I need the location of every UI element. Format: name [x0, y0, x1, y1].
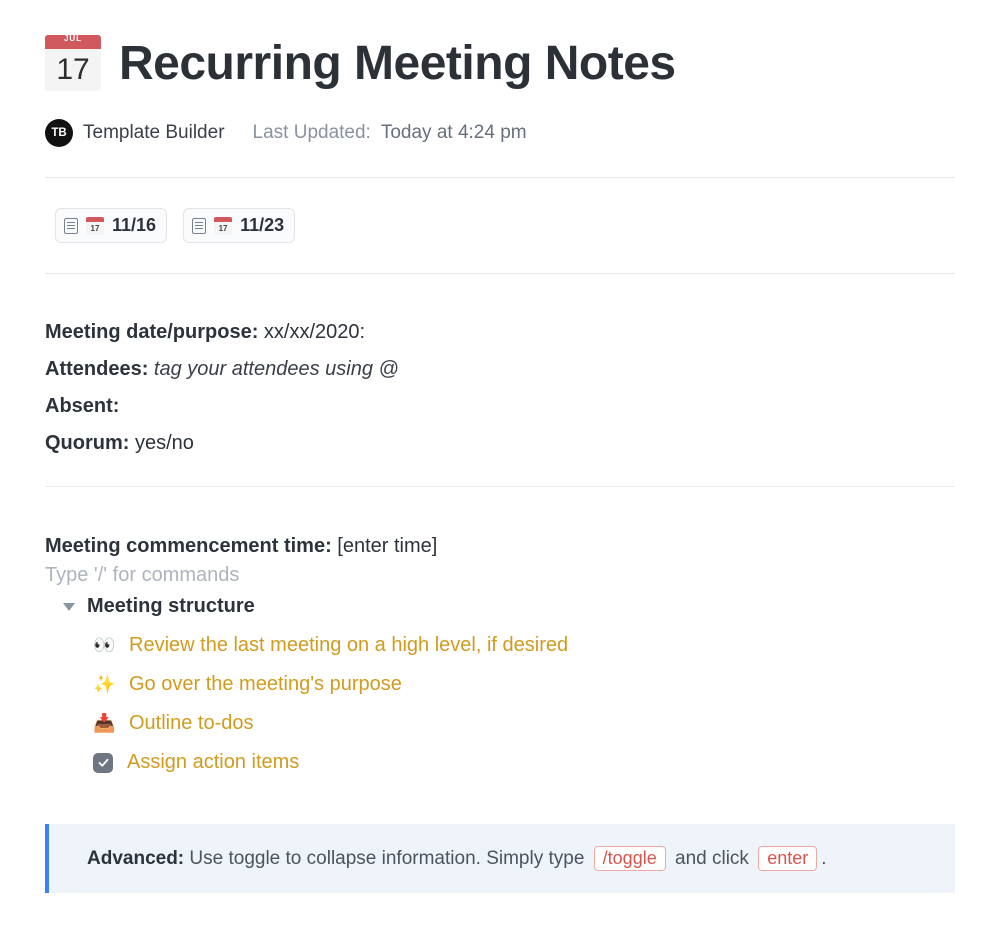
structure-item[interactable]: 📥 Outline to-dos [93, 704, 955, 743]
kbd-enter: enter [758, 846, 817, 871]
quorum-value: yes/no [135, 432, 194, 454]
toggle-title[interactable]: Meeting structure [87, 595, 255, 618]
structure-item[interactable]: ✨ Go over the meeting's purpose [93, 665, 955, 704]
subpage-link[interactable]: 17 11/23 [183, 208, 295, 243]
commencement-line[interactable]: Meeting commencement time: [enter time] [45, 535, 955, 558]
subpage-link[interactable]: 17 11/16 [55, 208, 167, 243]
calendar-day: 17 [45, 49, 101, 91]
toggle-caret-icon[interactable] [63, 603, 75, 611]
meeting-date-label: Meeting date/purpose: [45, 321, 258, 343]
callout-text: . [821, 848, 826, 869]
callout-label: Advanced: [87, 848, 184, 869]
last-updated-value: Today at 4:24 pm [381, 122, 527, 144]
calendar-icon: 17 [214, 217, 232, 235]
structure-item-text[interactable]: Go over the meeting's purpose [129, 665, 402, 704]
author-name[interactable]: Template Builder [83, 122, 225, 144]
doc-icon [64, 218, 78, 234]
advanced-callout[interactable]: Advanced: Use toggle to collapse informa… [45, 824, 955, 893]
subpage-label: 11/23 [240, 215, 284, 236]
structure-item-text[interactable]: Assign action items [127, 743, 299, 782]
attendees-line[interactable]: Attendees: tag your attendees using @ [45, 351, 955, 388]
inbox-icon: 📥 [93, 706, 115, 741]
sparkles-icon: ✨ [93, 667, 115, 702]
page-icon-calendar[interactable]: JUL 17 [45, 35, 101, 91]
meeting-info-block[interactable]: Meeting date/purpose: xx/xx/2020: Attend… [45, 274, 955, 486]
subpage-label: 11/16 [112, 215, 156, 236]
attendees-placeholder: tag your attendees using @ [154, 358, 399, 380]
absent-line[interactable]: Absent: [45, 388, 955, 425]
meeting-date-value-text: xx/xx/2020: [264, 321, 365, 343]
quorum-line[interactable]: Quorum: yes/no [45, 425, 955, 462]
slash-command-hint[interactable]: Type '/' for commands [45, 564, 955, 587]
absent-label: Absent: [45, 395, 119, 417]
structure-item[interactable]: 👀 Review the last meeting on a high leve… [93, 626, 955, 665]
structure-item-text[interactable]: Review the last meeting on a high level,… [129, 626, 568, 665]
structure-item-text[interactable]: Outline to-dos [129, 704, 254, 743]
commencement-value: [enter time] [337, 535, 437, 557]
structure-item[interactable]: Assign action items [93, 743, 955, 782]
callout-text: Use toggle to collapse information. Simp… [184, 848, 590, 869]
subpage-list: 17 11/16 17 11/23 [45, 178, 955, 273]
callout-text: and click [670, 848, 754, 869]
doc-icon [192, 218, 206, 234]
checkbox-icon [93, 753, 113, 773]
meeting-date-line[interactable]: Meeting date/purpose: xx/xx/2020: [45, 314, 955, 351]
calendar-month: JUL [64, 34, 82, 43]
last-updated-label: Last Updated: [253, 122, 371, 144]
commencement-label: Meeting commencement time: [45, 535, 332, 557]
meeting-structure-list: 👀 Review the last meeting on a high leve… [45, 626, 955, 782]
author-avatar[interactable]: TB [45, 119, 73, 147]
eyes-icon: 👀 [93, 628, 115, 663]
calendar-icon: 17 [86, 217, 104, 235]
quorum-label: Quorum: [45, 432, 129, 454]
page-title[interactable]: Recurring Meeting Notes [119, 36, 676, 91]
attendees-label: Attendees: [45, 358, 148, 380]
kbd-toggle: /toggle [594, 846, 666, 871]
